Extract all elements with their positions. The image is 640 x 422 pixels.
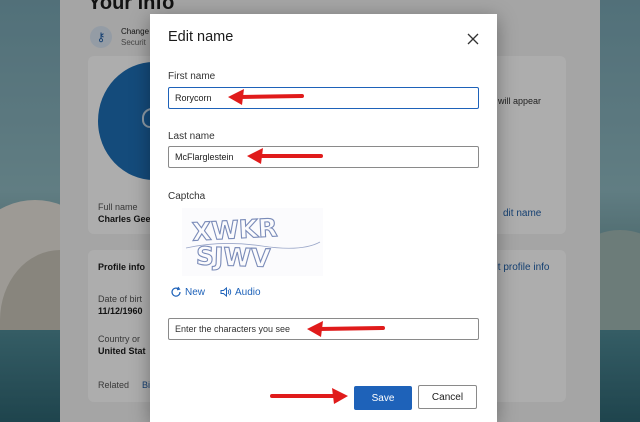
dialog-title: Edit name xyxy=(168,29,234,45)
annotation-arrow xyxy=(226,88,304,106)
refresh-icon xyxy=(170,286,182,298)
last-name-label: Last name xyxy=(168,131,215,142)
svg-text:SJWV: SJWV xyxy=(196,241,272,273)
save-button[interactable]: Save xyxy=(354,386,412,410)
new-captcha-button[interactable]: New xyxy=(170,286,205,298)
annotation-arrow xyxy=(270,387,350,405)
audio-captcha-button[interactable]: Audio xyxy=(220,286,261,298)
close-button[interactable] xyxy=(462,28,484,50)
speaker-icon xyxy=(220,286,232,298)
new-label: New xyxy=(185,286,206,298)
cancel-button[interactable]: Cancel xyxy=(418,385,477,409)
annotation-arrow xyxy=(305,320,385,338)
first-name-input[interactable] xyxy=(168,87,479,109)
last-name-input[interactable] xyxy=(168,146,479,168)
captcha-image: XWKR SJWV xyxy=(182,208,323,276)
close-icon xyxy=(467,33,479,45)
audio-label: Audio xyxy=(235,286,261,298)
first-name-label: First name xyxy=(168,71,216,82)
edit-name-dialog: Edit name First name Last name Captcha X… xyxy=(150,14,497,422)
annotation-arrow xyxy=(245,147,323,165)
captcha-label: Captcha xyxy=(168,191,206,202)
